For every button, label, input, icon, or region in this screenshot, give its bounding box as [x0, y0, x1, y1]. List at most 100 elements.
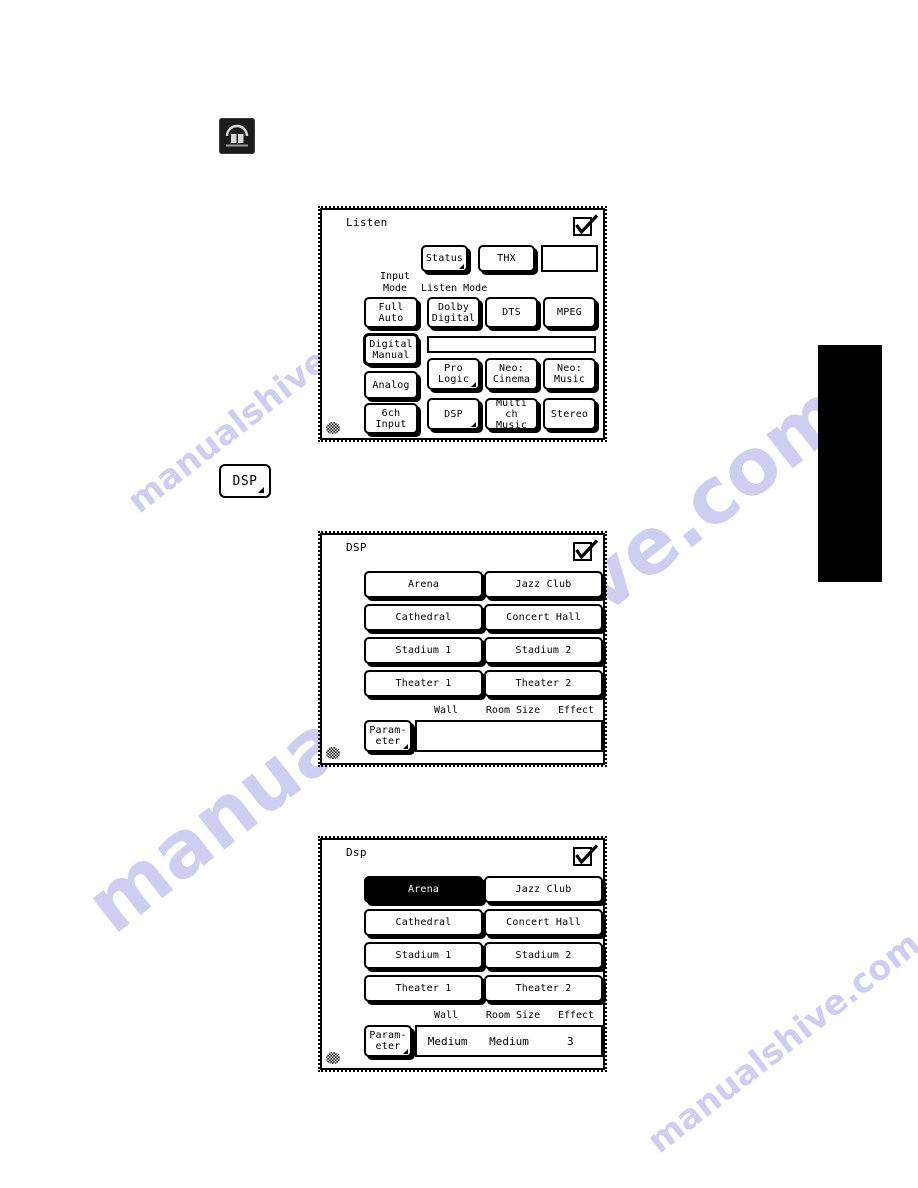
confirm-checkbox[interactable]: [573, 539, 599, 563]
button-label: Status: [425, 253, 464, 264]
check-icon: [575, 539, 599, 560]
button-label-line2: eter: [375, 1041, 401, 1052]
parameter-header-row: Wall Room Size Effect: [415, 705, 603, 716]
button-label-line1: Param-: [369, 1030, 407, 1041]
button-label-line2: Manual: [372, 349, 410, 361]
button-dsp-arena[interactable]: Arena: [364, 571, 483, 598]
button-dsp-cathedral[interactable]: Cathedral: [364, 909, 483, 936]
button-dsp-stadium-2[interactable]: Stadium 2: [484, 637, 603, 664]
button-label: Jazz Club: [515, 884, 572, 895]
parameter-header-row: Wall Room Size Effect: [415, 1010, 603, 1021]
param-header-room-size: Room Size: [485, 705, 541, 716]
param-header-wall: Wall: [433, 1010, 459, 1021]
button-label: Theater 2: [515, 678, 572, 689]
watermark-text: manualshive.com: [640, 924, 918, 1162]
param-header-effect: Effect: [557, 1010, 595, 1021]
button-dsp-cathedral[interactable]: Cathedral: [364, 604, 483, 631]
param-value-wall: Medium: [427, 1034, 468, 1048]
button-dsp-concert-hall[interactable]: Concert Hall: [484, 909, 603, 936]
button-status[interactable]: Status: [421, 245, 468, 272]
button-label: Theater 1: [395, 983, 452, 994]
button-label: Stadium 2: [515, 950, 572, 961]
param-value-room-size: Medium: [489, 1034, 529, 1048]
button-blank-top[interactable]: [541, 245, 598, 272]
button-label-line1: Multi ch: [495, 397, 528, 420]
button-dsp-stadium-2[interactable]: Stadium 2: [484, 942, 603, 969]
panel-corner-indicator-icon: [326, 422, 340, 434]
button-label-line1: Full: [378, 301, 404, 313]
submenu-corner-icon: [471, 422, 476, 427]
button-dsp-theater-1[interactable]: Theater 1: [364, 975, 483, 1002]
button-label: Stadium 1: [395, 645, 452, 656]
listen-mode-key[interactable]: [219, 118, 255, 154]
param-header-effect: Effect: [557, 705, 595, 716]
dsp-key-label: DSP: [232, 473, 258, 489]
lcd-panel-dsp: DSP Arena Jazz Club Cathedral Concert Ha…: [318, 531, 607, 767]
panel-title: Listen: [346, 216, 388, 229]
button-label: Arena: [407, 884, 440, 895]
confirm-checkbox[interactable]: [573, 214, 599, 238]
button-mode-dts[interactable]: DTS: [485, 297, 538, 328]
button-dsp-stadium-1[interactable]: Stadium 1: [364, 942, 483, 969]
button-mode-dolby-digital[interactable]: Dolby Digital: [427, 297, 480, 328]
button-mode-neo-cinema[interactable]: Neo: Cinema: [485, 358, 538, 390]
button-mode-stereo[interactable]: Stereo: [543, 398, 596, 430]
button-label: Concert Hall: [506, 917, 581, 928]
button-mode-pro-logic[interactable]: Pro Logic: [427, 358, 480, 390]
button-label: Concert Hall: [506, 612, 581, 623]
button-label-line1: Neo:: [557, 363, 582, 374]
button-label-line1: Pro: [444, 363, 463, 374]
listen-mode-label: Listen Mode: [421, 283, 488, 294]
button-mode-neo-music[interactable]: Neo: Music: [543, 358, 596, 390]
lcd-panel-dsp-selected: Dsp Arena Jazz Club Cathedral Concert Ha…: [318, 836, 607, 1072]
button-dsp-theater-1[interactable]: Theater 1: [364, 670, 483, 697]
button-dsp-theater-2[interactable]: Theater 2: [484, 975, 603, 1002]
button-dsp-jazz-club[interactable]: Jazz Club: [484, 571, 603, 598]
button-label: Theater 2: [515, 983, 572, 994]
dsp-key[interactable]: DSP: [219, 464, 271, 498]
button-label: Stadium 1: [395, 950, 452, 961]
submenu-corner-icon: [459, 264, 464, 269]
button-dsp-theater-2[interactable]: Theater 2: [484, 670, 603, 697]
button-parameter[interactable]: Param- eter: [364, 1025, 412, 1057]
confirm-checkbox[interactable]: [573, 844, 599, 868]
button-parameter[interactable]: Param- eter: [364, 720, 412, 752]
param-header-wall: Wall: [433, 705, 459, 716]
button-label-line1: Dolby: [437, 301, 470, 313]
button-input-analog[interactable]: Analog: [364, 371, 418, 399]
button-label-line1: Digital: [369, 338, 413, 350]
submenu-corner-icon: [403, 744, 408, 749]
button-input-6ch[interactable]: 6ch Input: [364, 403, 418, 434]
param-value-effect: 3: [567, 1034, 574, 1048]
panel-title: Dsp: [346, 846, 367, 859]
panel-corner-indicator-icon: [326, 747, 340, 759]
button-dsp-stadium-1[interactable]: Stadium 1: [364, 637, 483, 664]
button-label-line1: Stereo: [550, 408, 589, 420]
button-dsp-arena[interactable]: Arena: [364, 876, 483, 903]
input-mode-label-line1: Input: [379, 271, 411, 282]
submenu-corner-icon: [258, 487, 264, 493]
check-icon: [575, 844, 599, 865]
parameter-value-field: Medium Medium 3: [415, 1025, 603, 1057]
button-thx[interactable]: THX: [478, 245, 535, 272]
button-label-line1: Analog: [372, 379, 410, 391]
button-dsp-jazz-club[interactable]: Jazz Club: [484, 876, 603, 903]
button-mode-multi-ch-music[interactable]: Multi ch Music: [485, 397, 538, 431]
button-mode-mpeg[interactable]: MPEG: [543, 297, 596, 328]
button-input-digital-manual[interactable]: Digital Manual: [364, 334, 418, 365]
submenu-corner-icon: [403, 1049, 408, 1054]
button-label: Arena: [407, 579, 440, 590]
panel-title: DSP: [346, 541, 367, 554]
button-label-line2: Digital: [431, 312, 476, 324]
button-mode-dsp[interactable]: DSP: [427, 398, 480, 430]
button-label-line1: Neo:: [499, 363, 524, 374]
button-label: Cathedral: [395, 612, 452, 623]
panel-corner-indicator-icon: [326, 1052, 340, 1064]
button-label-line2: Cinema: [492, 374, 531, 385]
submenu-corner-icon: [471, 382, 476, 387]
button-label-line1: 6ch: [381, 407, 401, 419]
button-dsp-concert-hall[interactable]: Concert Hall: [484, 604, 603, 631]
button-label-line2: Music: [495, 419, 528, 431]
button-label-line2: Music: [553, 374, 586, 385]
button-input-full-auto[interactable]: Full Auto: [364, 297, 418, 328]
